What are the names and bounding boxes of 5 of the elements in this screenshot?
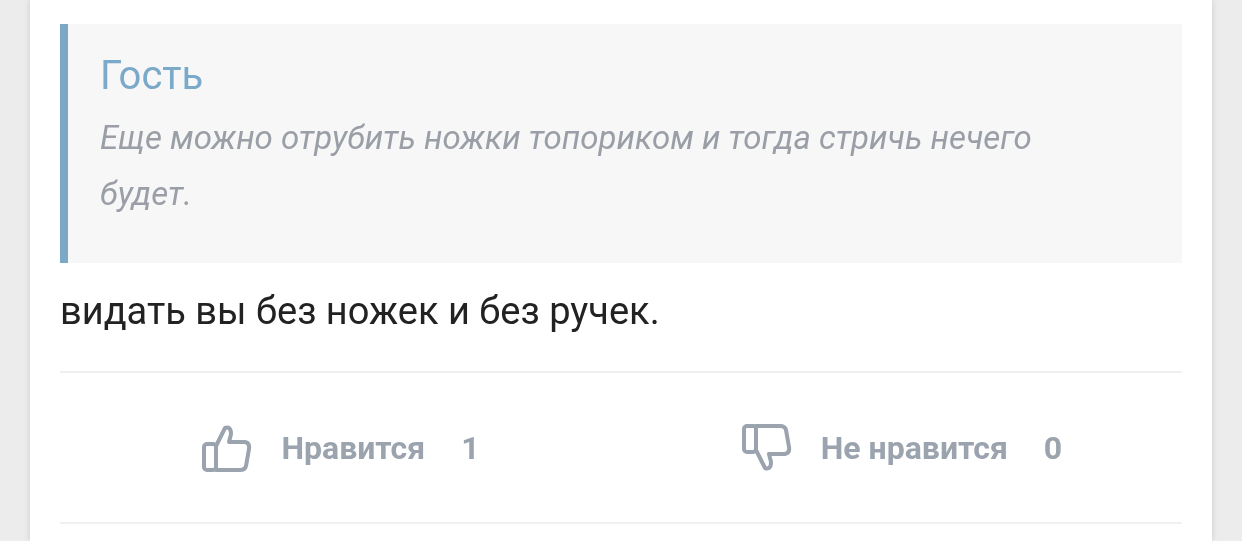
dislike-button[interactable]: Не нравится 0 — [621, 421, 1182, 474]
like-button[interactable]: Нравится 1 — [60, 421, 621, 474]
quote-text: Еще можно отрубить ножки топориком и тогда стричь нечего будет. — [100, 117, 1033, 215]
quote-author: Гость — [100, 51, 205, 101]
comment-text: видать вы без ножек и без ручек. — [60, 288, 661, 335]
